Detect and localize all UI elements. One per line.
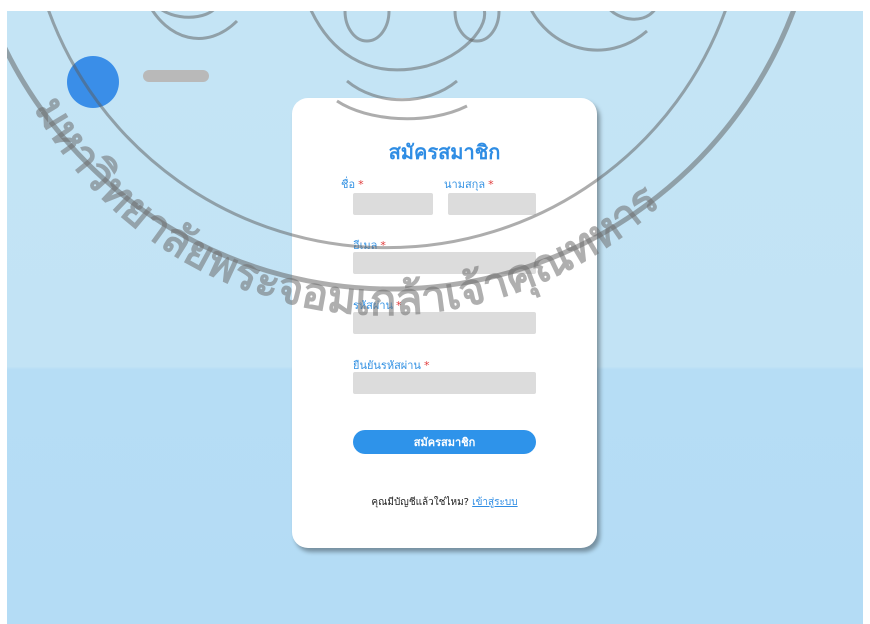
register-card: สมัครสมาชิก ชื่อ * นามสกุล * อีเมล * รหัสผ่… <box>292 98 597 548</box>
first-name-label: ชื่อ * <box>341 178 364 191</box>
logo-icon[interactable] <box>67 56 119 108</box>
password-field[interactable] <box>353 312 536 334</box>
have-account-text: คุณมีบัญชีแล้วใช่ไหม? <box>371 497 469 508</box>
email-field[interactable] <box>353 252 536 274</box>
login-link[interactable]: เข้าสู่ระบบ <box>472 497 517 508</box>
login-prompt: คุณมีบัญชีแล้วใช่ไหม? เข้าสู่ระบบ <box>292 495 597 510</box>
page-title: สมัครสมาชิก <box>388 140 501 164</box>
confirm-password-field[interactable] <box>353 372 536 394</box>
last-name-label: นามสกุล * <box>444 178 494 191</box>
first-name-field[interactable] <box>353 193 433 215</box>
register-button[interactable]: สมัครสมาชิก <box>353 430 536 454</box>
page-background: สมัครสมาชิก ชื่อ * นามสกุล * อีเมล * รหัสผ่… <box>7 11 863 624</box>
site-name-placeholder <box>143 70 209 82</box>
last-name-field[interactable] <box>448 193 536 215</box>
